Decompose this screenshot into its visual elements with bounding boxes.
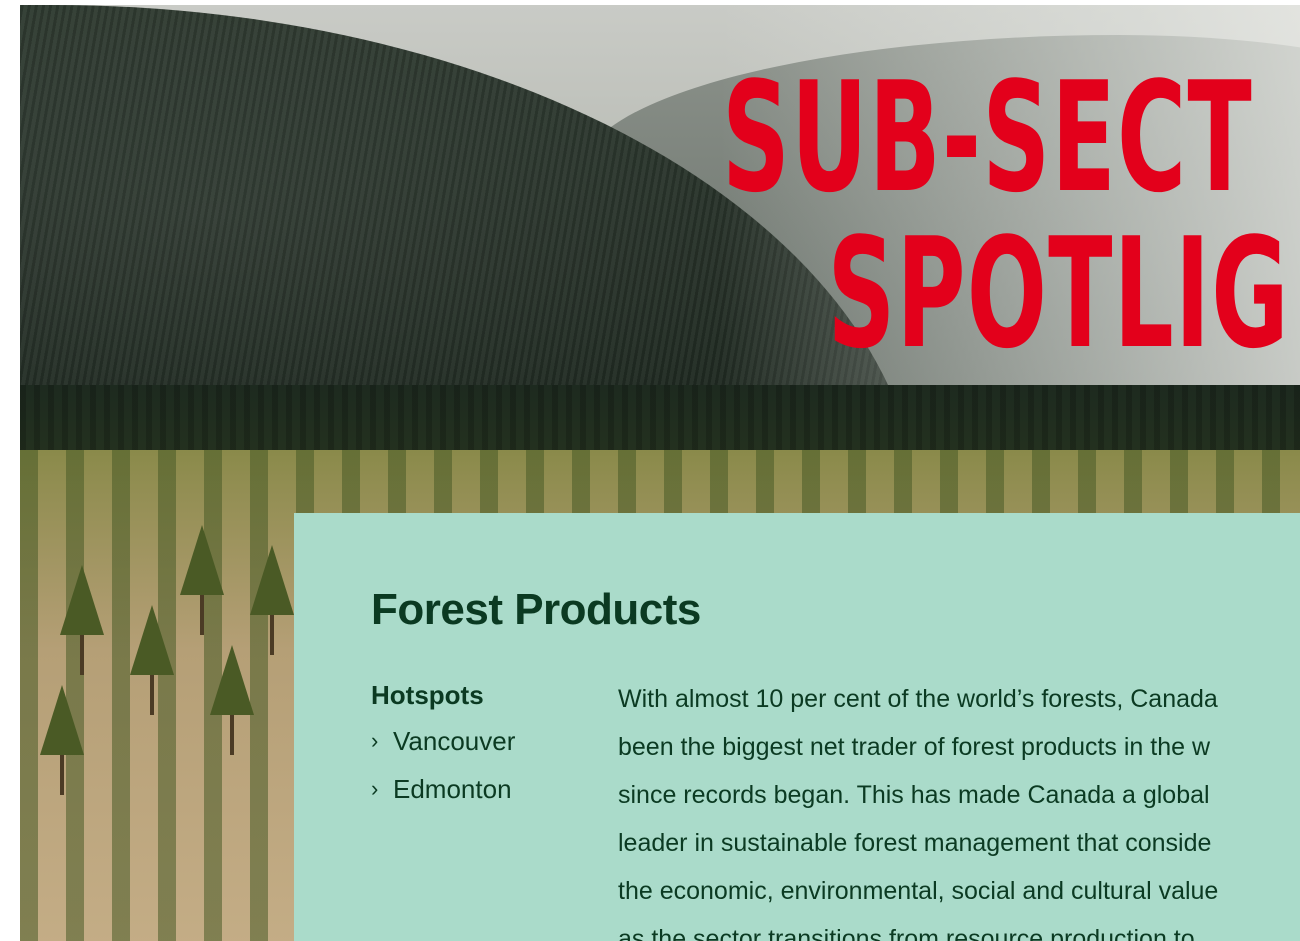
seedling <box>60 565 104 675</box>
card-title: Forest Products <box>371 585 701 634</box>
body-line: as the sector transitions from resource … <box>618 925 1195 941</box>
hotspots-panel: Hotspots › Vancouver › Edmonton <box>371 673 571 813</box>
hotspot-label: Vancouver <box>393 726 516 756</box>
chevron-right-icon: › <box>371 776 379 801</box>
body-line: leader in sustainable forest management … <box>618 829 1212 857</box>
seedling <box>180 525 224 635</box>
hotspot-link-vancouver[interactable]: › Vancouver <box>371 717 571 765</box>
card-body-text: With almost 10 per cent of the world’s f… <box>618 675 1300 941</box>
body-line: With almost 10 per cent of the world’s f… <box>618 685 1218 713</box>
section-heading: SUB-SECT SPOTLIG <box>722 60 1290 372</box>
chevron-right-icon: › <box>371 728 379 753</box>
seedling <box>250 545 294 655</box>
seedling <box>130 605 174 715</box>
hotspot-list: › Vancouver › Edmonton <box>371 717 571 813</box>
body-line: since records began. This has made Canad… <box>618 781 1210 809</box>
hotspot-link-edmonton[interactable]: › Edmonton <box>371 765 571 813</box>
body-line: the economic, environmental, social and … <box>618 877 1219 905</box>
body-line: been the biggest net trader of forest pr… <box>618 733 1211 761</box>
hotspots-heading: Hotspots <box>371 680 484 710</box>
sub-sector-card: Forest Products Hotspots › Vancouver › E… <box>294 513 1300 941</box>
section-heading-line-2: SPOTLIG <box>827 205 1290 382</box>
hotspot-label: Edmonton <box>393 774 512 804</box>
page: SUB-SECT SPOTLIG Forest Products Hotspot… <box>0 0 1300 941</box>
seedling <box>40 685 84 795</box>
section-heading-line-1: SUB-SECT <box>722 49 1253 226</box>
seedling <box>210 645 254 755</box>
